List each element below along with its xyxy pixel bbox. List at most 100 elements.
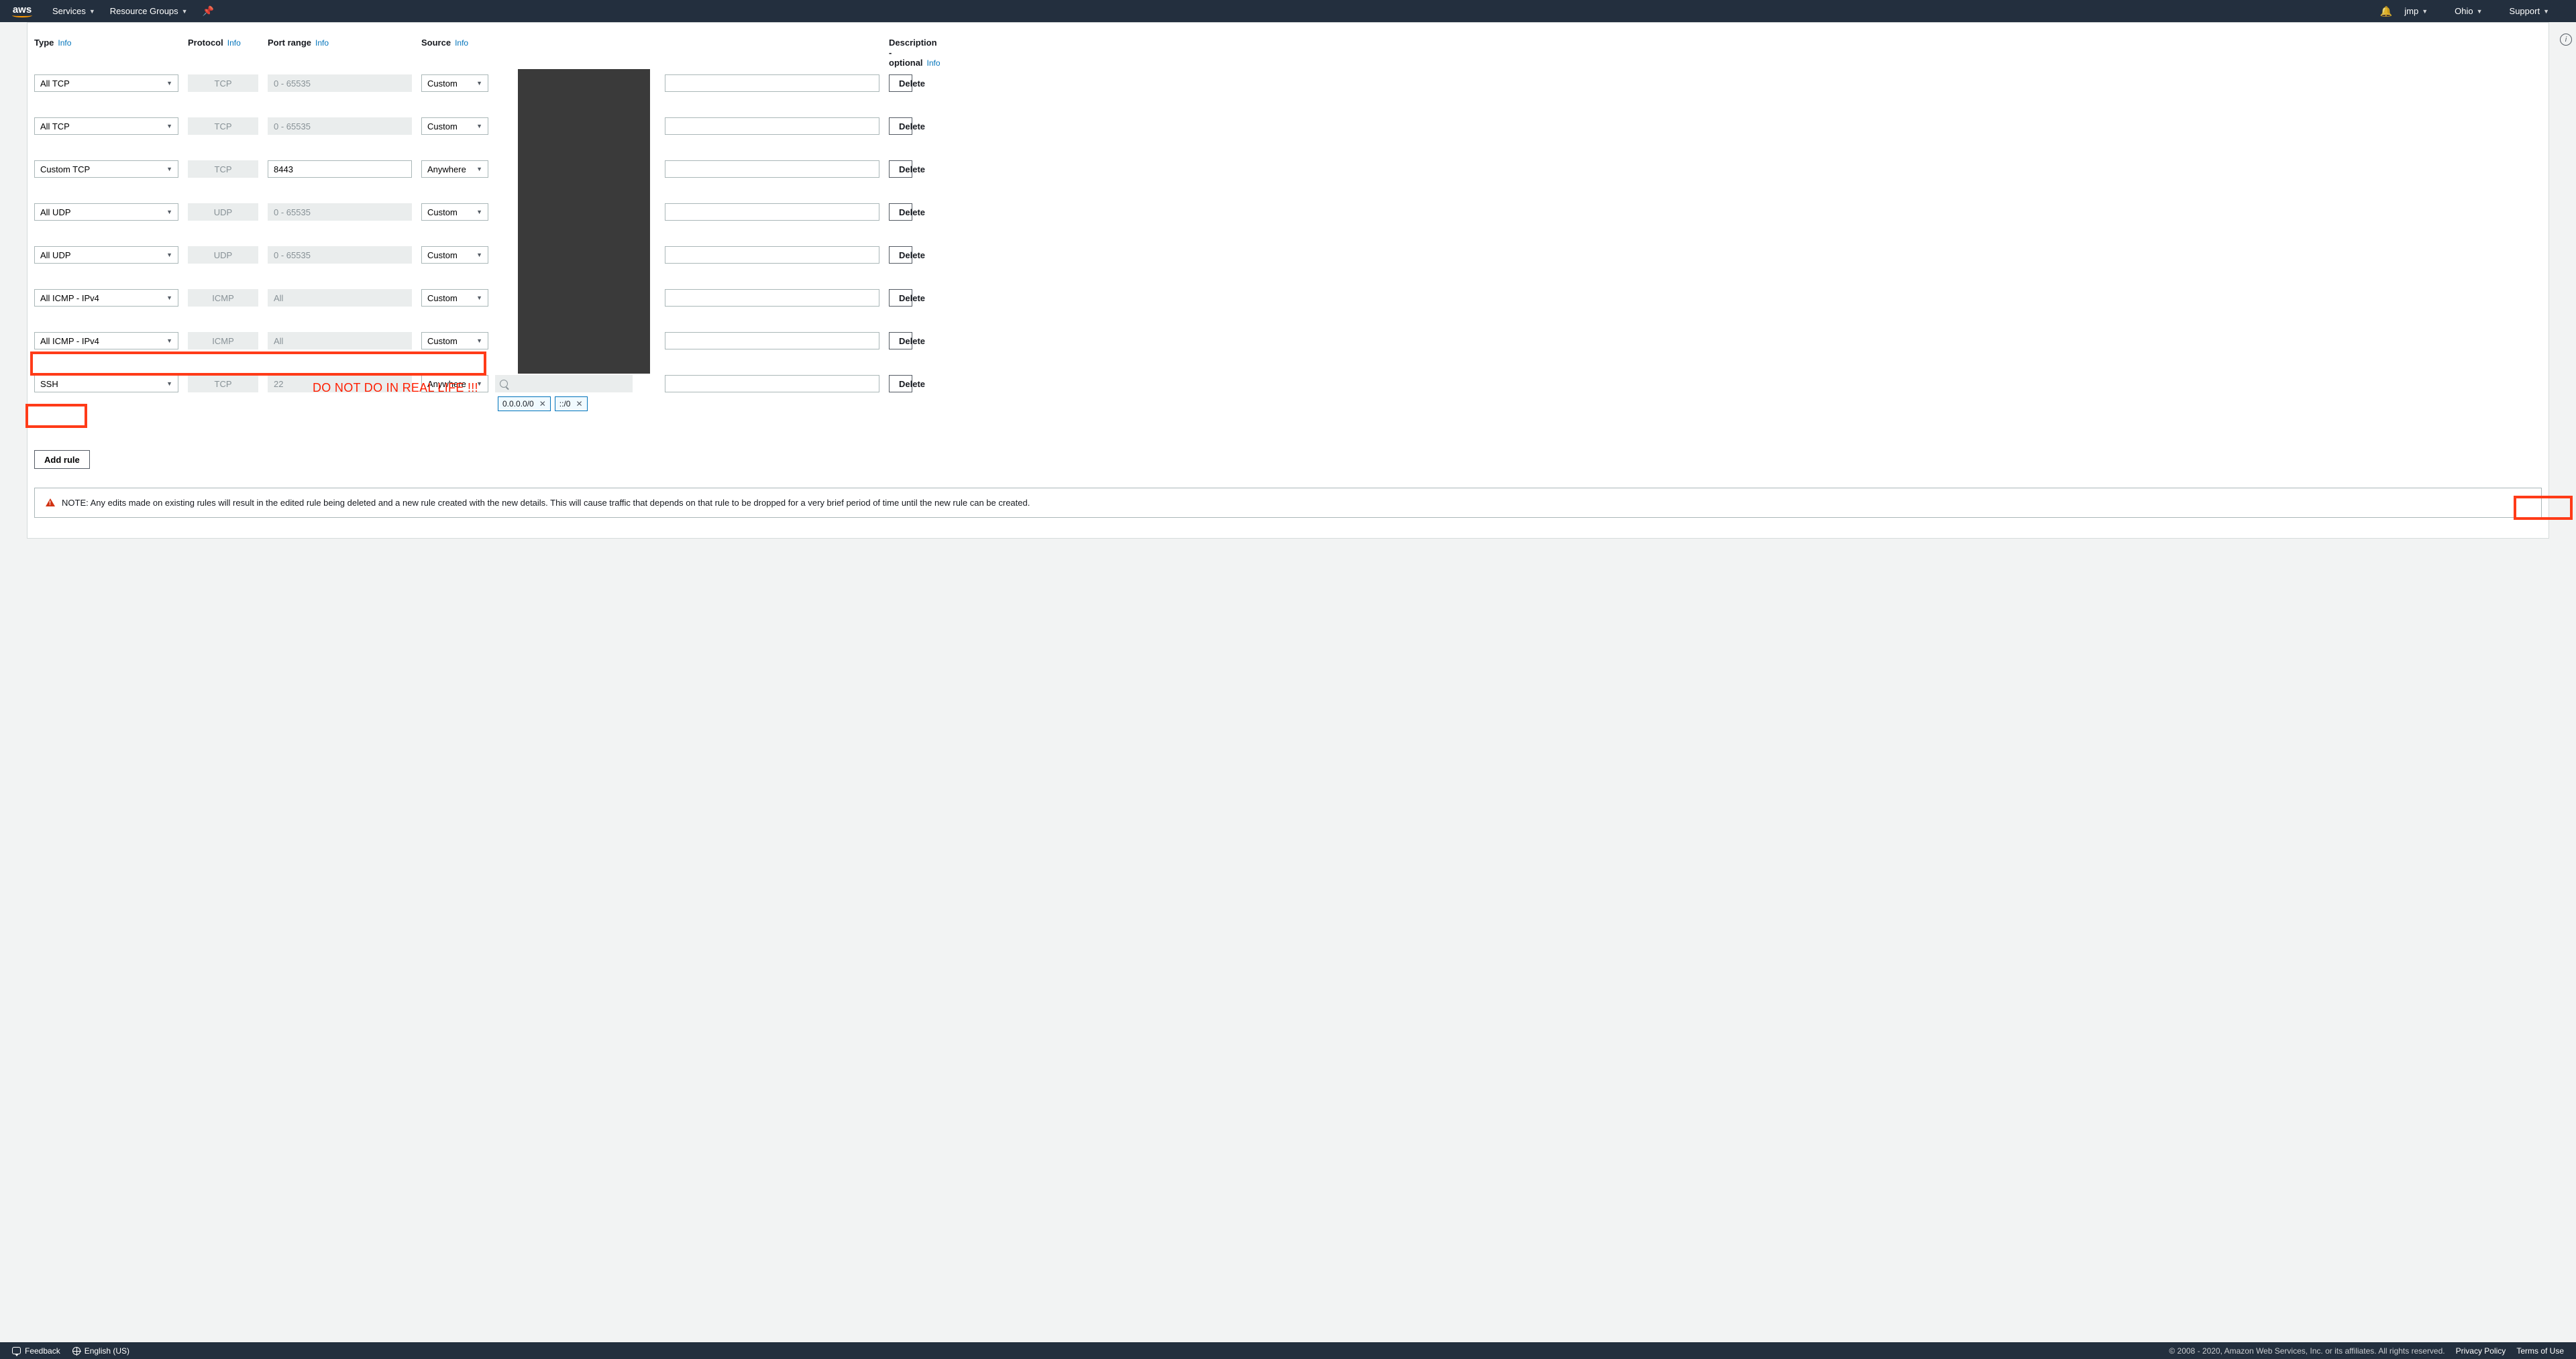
rule-row: All TCP▼TCP0 - 65535Custom▼Delete	[28, 74, 2548, 92]
nav-region[interactable]: Ohio ▼	[2455, 6, 2482, 16]
nav-services-label: Services	[52, 6, 86, 16]
type-select[interactable]: All TCP▼	[34, 74, 178, 92]
nav-support-label: Support	[2510, 6, 2540, 16]
header-description: Description - optionalInfo	[889, 38, 912, 68]
nav-resource-groups-label: Resource Groups	[110, 6, 178, 16]
description-input[interactable]	[665, 375, 879, 392]
delete-rule-button[interactable]: Delete	[889, 246, 912, 264]
source-select-value: Custom	[427, 336, 458, 346]
chevron-down-icon: ▼	[476, 80, 482, 87]
cidr-chip: 0.0.0.0/0 ✕	[498, 396, 551, 411]
port-input[interactable]: 8443	[268, 160, 412, 178]
pin-icon[interactable]: 📌	[203, 5, 214, 17]
source-select[interactable]: Custom ▼	[421, 246, 488, 264]
warning-icon	[46, 498, 55, 506]
delete-rule-button[interactable]: Delete	[889, 375, 912, 392]
info-link[interactable]: Info	[58, 38, 71, 48]
type-select[interactable]: All ICMP - IPv4▼	[34, 332, 178, 349]
language-label: English (US)	[85, 1346, 129, 1356]
description-input[interactable]	[665, 332, 879, 349]
rule-row: Custom TCP ▼ TCP 8443 Anywhere▼ Delete	[28, 160, 2548, 178]
type-select[interactable]: All UDP▼	[34, 246, 178, 264]
chevron-down-icon: ▼	[476, 252, 482, 258]
source-search-input[interactable]	[495, 375, 633, 392]
type-select-value: All UDP	[40, 207, 71, 217]
note-box: NOTE: Any edits made on existing rules w…	[34, 488, 2542, 518]
cidr-chip-label: 0.0.0.0/0	[502, 399, 534, 409]
chevron-down-icon: ▼	[166, 80, 172, 87]
redacted-region	[518, 69, 650, 374]
chevron-down-icon: ▼	[2477, 8, 2483, 15]
language-selector[interactable]: English (US)	[72, 1346, 129, 1356]
cidr-chip-label: ::/0	[559, 399, 571, 409]
nav-services[interactable]: Services ▼	[52, 6, 95, 16]
header-protocol: ProtocolInfo	[188, 38, 258, 48]
aws-logo-swoosh	[12, 13, 32, 17]
protocol-field: TCP	[188, 160, 258, 178]
chevron-down-icon: ▼	[2543, 8, 2549, 15]
chevron-down-icon: ▼	[476, 166, 482, 172]
chevron-down-icon: ▼	[476, 294, 482, 301]
protocol-field: TCP	[188, 117, 258, 135]
source-select-value: Custom	[427, 78, 458, 89]
chevron-down-icon: ▼	[166, 209, 172, 215]
source-select[interactable]: Custom▼	[421, 117, 488, 135]
aws-footer: Feedback English (US) © 2008 - 2020, Ama…	[0, 1342, 2576, 1359]
delete-rule-button[interactable]: Delete	[889, 160, 912, 178]
source-select[interactable]: Custom▼	[421, 332, 488, 349]
delete-rule-button[interactable]: Delete	[889, 117, 912, 135]
feedback-link[interactable]: Feedback	[12, 1346, 60, 1356]
chevron-down-icon: ▼	[89, 8, 95, 15]
terms-link[interactable]: Terms of Use	[2516, 1346, 2564, 1356]
info-link[interactable]: Info	[227, 38, 241, 48]
description-input[interactable]	[665, 289, 879, 307]
nav-account[interactable]: jmp ▼	[2404, 6, 2428, 16]
type-select[interactable]: SSH ▼	[34, 375, 178, 392]
port-field: 0 - 65535	[268, 74, 412, 92]
info-link[interactable]: Info	[927, 58, 941, 68]
privacy-link[interactable]: Privacy Policy	[2456, 1346, 2506, 1356]
nav-support[interactable]: Support ▼	[2510, 6, 2549, 16]
protocol-field: ICMP	[188, 332, 258, 349]
description-input[interactable]	[665, 203, 879, 221]
source-select-value: Custom	[427, 250, 458, 260]
rule-row: All ICMP - IPv4▼ICMPAllCustom▼Delete	[28, 332, 2548, 349]
chevron-down-icon: ▼	[166, 337, 172, 344]
chevron-down-icon: ▼	[166, 380, 172, 387]
info-link[interactable]: Info	[455, 38, 468, 48]
rule-row: All UDP▼UDP0 - 65535Custom▼Delete	[28, 246, 2548, 264]
type-select[interactable]: All TCP▼	[34, 117, 178, 135]
add-rule-button[interactable]: Add rule	[34, 450, 90, 469]
delete-rule-button[interactable]: Delete	[889, 74, 912, 92]
delete-rule-button[interactable]: Delete	[889, 332, 912, 349]
type-select[interactable]: All ICMP - IPv4▼	[34, 289, 178, 307]
remove-chip-icon[interactable]: ✕	[576, 399, 582, 409]
aws-logo[interactable]: aws	[12, 5, 32, 17]
description-input[interactable]	[665, 117, 879, 135]
chevron-down-icon: ▼	[166, 166, 172, 172]
source-value-cell: 0.0.0.0/0 ✕::/0 ✕	[498, 375, 655, 411]
delete-rule-button[interactable]: Delete	[889, 289, 912, 307]
remove-chip-icon[interactable]: ✕	[539, 399, 546, 409]
info-link[interactable]: Info	[315, 38, 329, 48]
source-select[interactable]: Custom▼	[421, 203, 488, 221]
source-select[interactable]: Custom▼	[421, 289, 488, 307]
description-input[interactable]	[665, 160, 879, 178]
bell-icon[interactable]: 🔔	[2380, 5, 2393, 17]
type-select[interactable]: All UDP ▼	[34, 203, 178, 221]
column-headers: TypeInfo ProtocolInfo Port rangeInfo Sou…	[28, 38, 2548, 68]
chevron-down-icon: ▼	[182, 8, 188, 15]
nav-resource-groups[interactable]: Resource Groups ▼	[110, 6, 188, 16]
type-select-value: SSH	[40, 379, 58, 389]
source-chips: 0.0.0.0/0 ✕::/0 ✕	[498, 396, 655, 411]
description-input[interactable]	[665, 246, 879, 264]
header-port: Port rangeInfo	[268, 38, 412, 48]
type-select-value: Custom TCP	[40, 164, 90, 174]
description-input[interactable]	[665, 74, 879, 92]
annotation-warning-text: DO NOT DO IN REAL LIFE !!!	[313, 381, 478, 395]
type-select-value: All TCP	[40, 121, 70, 131]
source-select[interactable]: Anywhere▼	[421, 160, 488, 178]
type-select[interactable]: Custom TCP ▼	[34, 160, 178, 178]
delete-rule-button[interactable]: Delete	[889, 203, 912, 221]
source-select[interactable]: Custom ▼	[421, 74, 488, 92]
